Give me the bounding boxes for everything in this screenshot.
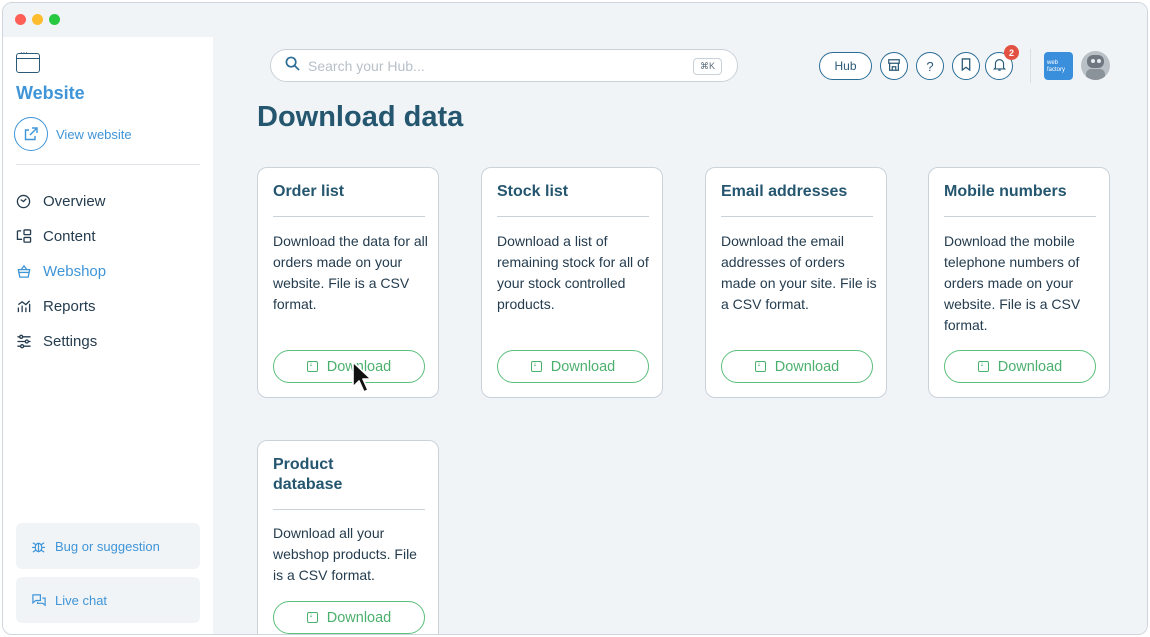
download-icon — [306, 609, 318, 623]
page-title: Download data — [257, 101, 464, 133]
sidebar-item-reports[interactable]: Reports — [16, 289, 206, 324]
sidebar-item-webshop[interactable]: Webshop — [16, 254, 206, 289]
store-button[interactable] — [880, 52, 908, 80]
sidebar-item-label: Settings — [43, 333, 98, 350]
sidebar-item-label: Webshop — [43, 263, 107, 280]
mouse-pointer-icon — [352, 361, 372, 393]
download-label: Download — [997, 358, 1063, 375]
search-icon — [285, 56, 300, 76]
card-description: Download all your webshop products. File… — [273, 525, 417, 583]
download-button-mobile-numbers[interactable]: Download — [944, 350, 1096, 383]
help-icon: ? — [926, 58, 934, 74]
sidebar-item-content[interactable]: Content — [16, 219, 206, 254]
bug-icon — [31, 539, 49, 554]
sidebar-nav: Overview Content Webshop Reports Setting… — [16, 184, 206, 359]
search-input[interactable] — [308, 57, 678, 74]
download-icon — [977, 358, 989, 372]
card-title: Product database — [273, 456, 343, 493]
web-factory-logo[interactable]: web factory — [1044, 52, 1073, 80]
bookmark-button[interactable] — [952, 52, 980, 80]
bug-or-suggestion-label: Bug or suggestion — [55, 538, 160, 554]
download-icon — [530, 358, 542, 372]
card-divider — [273, 509, 425, 510]
store-icon — [887, 58, 901, 75]
card-title: Order list — [273, 183, 345, 200]
chat-icon — [31, 593, 49, 608]
sidebar-item-label: Reports — [43, 298, 96, 315]
settings-icon — [16, 334, 36, 349]
download-label: Download — [326, 609, 392, 626]
reports-icon — [16, 299, 36, 314]
download-label: Download — [774, 358, 840, 375]
card-description: Download the data for all orders made on… — [273, 233, 428, 312]
card-description: Download the mobile telephone numbers of… — [944, 233, 1081, 333]
sidebar-item-label: Overview — [43, 193, 106, 210]
sidebar-divider — [16, 164, 200, 165]
help-button[interactable]: ? — [916, 52, 944, 80]
sidebar-item-settings[interactable]: Settings — [16, 324, 206, 359]
website-icon — [16, 48, 40, 73]
download-button-product-database[interactable]: Download — [273, 601, 425, 634]
download-card-email-addresses: Email addresses Download the email addre… — [705, 167, 887, 398]
overview-icon — [16, 194, 36, 209]
download-button-email-addresses[interactable]: Download — [721, 350, 873, 383]
card-description: Download the email addresses of orders m… — [721, 233, 877, 312]
download-card-order-list: Order list Download the data for all ord… — [257, 167, 439, 398]
external-link-icon — [14, 117, 48, 151]
webshop-icon — [16, 264, 36, 279]
bookmark-icon — [960, 58, 972, 74]
sidebar-title: Website — [16, 83, 85, 103]
live-chat-label: Live chat — [55, 592, 108, 608]
download-icon — [306, 358, 318, 372]
card-divider — [273, 216, 425, 217]
title-bar — [3, 3, 1147, 37]
card-description: Download a list of remaining stock for a… — [497, 233, 649, 312]
download-card-stock-list: Stock list Download a list of remaining … — [481, 167, 663, 398]
close-window-button[interactable] — [15, 14, 26, 25]
card-title: Email addresses — [721, 183, 848, 200]
download-button-stock-list[interactable]: Download — [497, 350, 649, 383]
topbar-divider — [1030, 49, 1031, 83]
maximize-window-button[interactable] — [49, 14, 60, 25]
notification-count-badge: 2 — [1004, 45, 1019, 60]
sidebar-item-overview[interactable]: Overview — [16, 184, 206, 219]
content-icon — [16, 229, 36, 244]
sidebar-item-label: Content — [43, 228, 96, 245]
avatar[interactable] — [1081, 51, 1110, 80]
card-title: Mobile numbers — [944, 183, 1067, 200]
live-chat-button[interactable]: Live chat — [16, 577, 200, 623]
download-icon — [754, 358, 766, 372]
sidebar: Website View website Overview Con — [3, 37, 213, 634]
search-bar[interactable]: ⌘K — [270, 49, 738, 82]
view-website-link[interactable]: View website — [14, 117, 132, 151]
download-card-product-database: Product database Download all your websh… — [257, 440, 439, 634]
card-divider — [497, 216, 649, 217]
minimize-window-button[interactable] — [32, 14, 43, 25]
download-button-order-list[interactable]: Download — [273, 350, 425, 383]
search-shortcut-badge: ⌘K — [692, 58, 722, 75]
download-card-mobile-numbers: Mobile numbers Download the mobile telep… — [928, 167, 1110, 398]
card-title: Stock list — [497, 183, 569, 200]
view-website-label: View website — [56, 126, 132, 142]
hub-button[interactable]: Hub — [819, 52, 872, 80]
download-label: Download — [550, 358, 616, 375]
main-content: ⌘K Hub ? 2 web factory — [213, 37, 1147, 634]
bell-icon — [992, 58, 1006, 74]
bug-or-suggestion-button[interactable]: Bug or suggestion — [16, 523, 200, 569]
card-divider — [721, 216, 873, 217]
app-window: Website View website Overview Con — [2, 2, 1148, 635]
card-divider — [944, 216, 1096, 217]
